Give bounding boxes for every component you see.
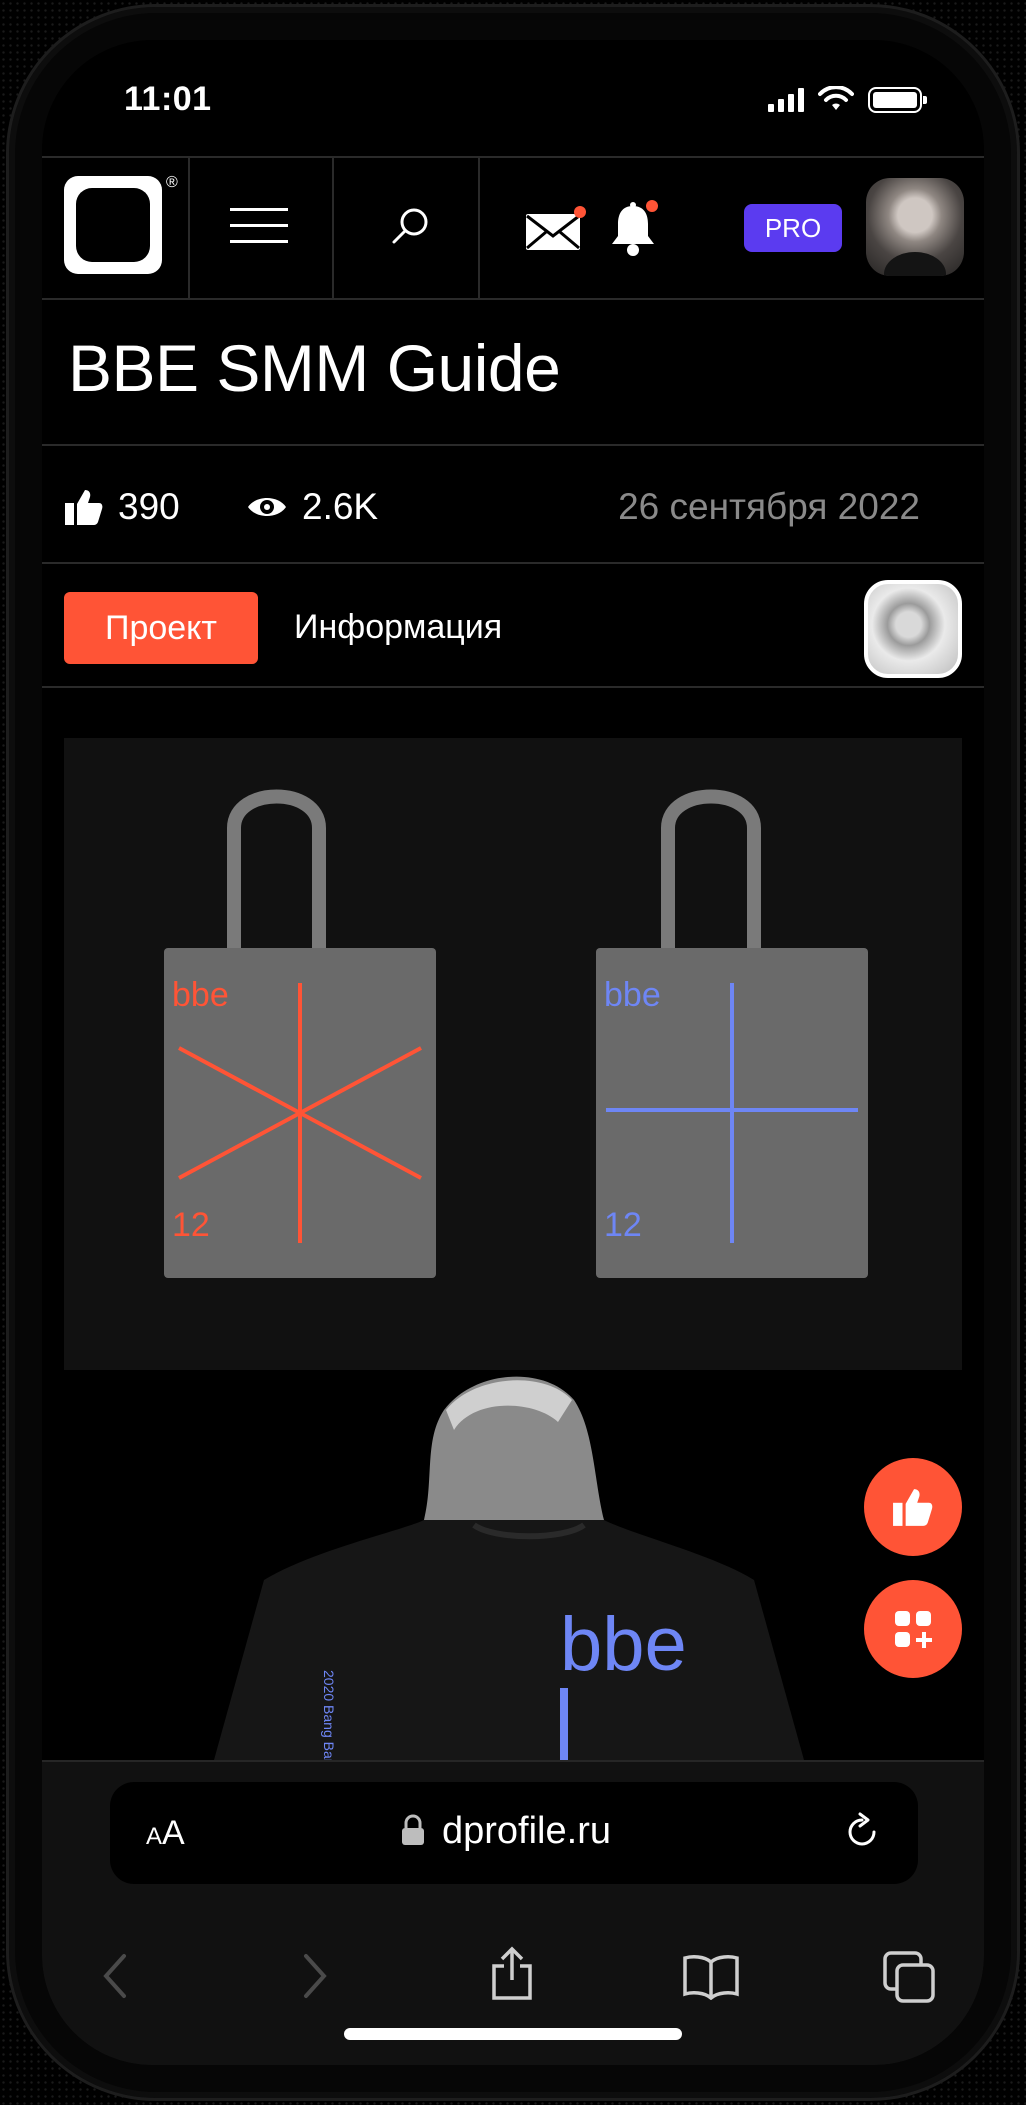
notch <box>348 40 682 112</box>
reader-settings-button[interactable]: AA <box>146 1814 185 1853</box>
grid-plus-icon <box>895 1611 932 1648</box>
messages-button[interactable] <box>524 206 586 252</box>
author-avatar[interactable] <box>864 580 962 678</box>
tote-left-brand: bbe <box>172 976 229 1014</box>
status-icons <box>768 86 927 114</box>
project-image-totes: bbe 12 bbe 12 <box>64 738 962 1370</box>
header-divider <box>332 156 334 298</box>
tab-info[interactable]: Информация <box>294 608 502 647</box>
user-avatar[interactable] <box>866 178 964 276</box>
tote-right-number: 12 <box>604 1206 642 1244</box>
like-stat[interactable]: 390 <box>64 486 180 528</box>
site-logo[interactable] <box>64 176 162 274</box>
header-divider <box>188 156 190 298</box>
search-icon[interactable] <box>388 204 432 248</box>
tshirt-side-text: 2020 Bang Ban <box>321 1670 337 1760</box>
unread-dot <box>574 206 586 218</box>
like-count: 390 <box>118 486 180 527</box>
add-to-collection-button[interactable] <box>864 1580 962 1678</box>
tab-project[interactable]: Проект <box>64 592 258 664</box>
cellular-signal-icon <box>768 88 804 112</box>
view-count: 2.6K <box>302 486 379 527</box>
divider <box>42 686 984 688</box>
tote-right-brand: bbe <box>604 976 661 1014</box>
back-icon[interactable] <box>100 1952 128 2000</box>
share-icon[interactable] <box>488 1946 536 2002</box>
forward-icon[interactable] <box>302 1952 330 2000</box>
header-bottom-divider <box>42 298 984 300</box>
thumbs-up-icon <box>65 490 103 525</box>
status-time: 11:01 <box>124 80 212 118</box>
divider <box>42 562 984 564</box>
pro-badge[interactable]: PRO <box>744 204 842 252</box>
notifications-button[interactable] <box>608 200 658 258</box>
bookmarks-icon[interactable] <box>682 1952 740 2000</box>
menu-icon[interactable] <box>230 208 288 256</box>
tabs-icon[interactable] <box>882 1950 936 2004</box>
lock-icon <box>402 1814 424 1845</box>
thumbs-up-icon <box>893 1489 933 1526</box>
publish-date: 26 сентября 2022 <box>618 486 920 527</box>
like-button[interactable] <box>864 1458 962 1556</box>
registered-mark: ® <box>166 174 178 191</box>
home-indicator[interactable] <box>344 2028 682 2040</box>
tshirt-model-illustration: bbe 2020 Bang Ban <box>214 1376 804 1760</box>
tote-bags-illustration: bbe 12 bbe 12 <box>164 789 868 1278</box>
aa-large: A <box>162 1814 185 1852</box>
eye-icon <box>248 498 286 516</box>
views-stat: 2.6K <box>246 486 378 528</box>
header-divider <box>478 156 480 298</box>
page-title: BBE SMM Guide <box>68 331 561 405</box>
divider <box>42 444 984 446</box>
tote-left-number: 12 <box>172 1206 210 1244</box>
unread-dot <box>646 200 658 212</box>
battery-icon <box>868 87 927 113</box>
tshirt-brand: bbe <box>560 1602 687 1687</box>
reload-icon[interactable] <box>840 1810 884 1854</box>
url-text[interactable]: dprofile.ru <box>442 1810 611 1853</box>
project-image-tshirt: bbe 2020 Bang Ban <box>174 1370 852 1760</box>
wifi-icon <box>818 86 854 110</box>
phone-screen: 11:01 ® PRO BBE SMM Guide 390 2.6K 26 се… <box>42 40 984 2065</box>
aa-small: A <box>146 1823 163 1850</box>
header-top-divider <box>42 156 984 158</box>
